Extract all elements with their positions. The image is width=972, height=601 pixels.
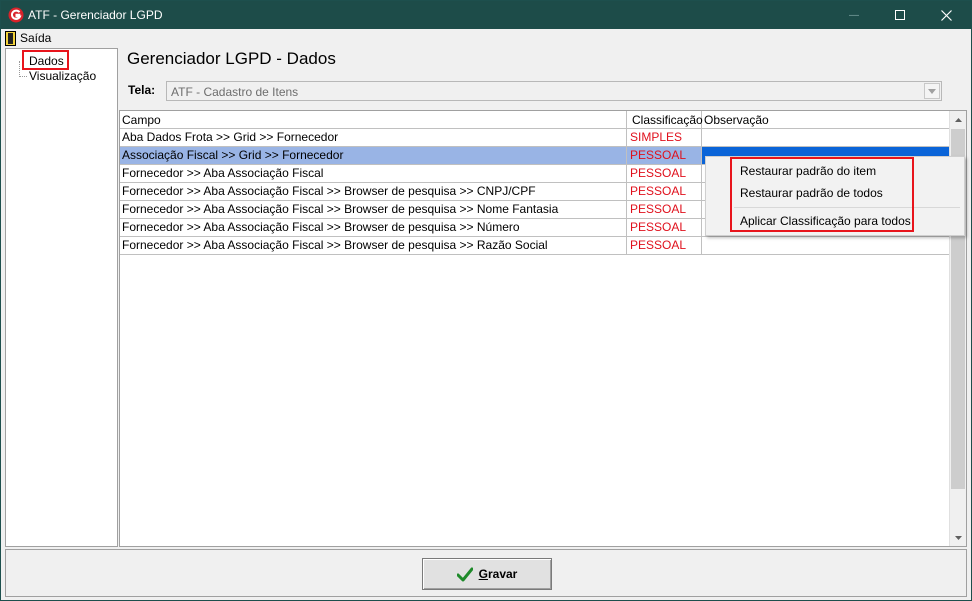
tela-selected-value: ATF - Cadastro de Itens — [171, 85, 299, 99]
cell-campo[interactable]: Fornecedor >> Aba Associação Fiscal >> B… — [120, 219, 627, 237]
menu-item-label: Saída — [20, 31, 52, 45]
exit-door-icon — [5, 30, 16, 46]
maximize-icon — [895, 10, 905, 20]
annotation-highlight-box — [22, 50, 69, 70]
scroll-up-button[interactable] — [950, 111, 966, 128]
grid-header: Campo Classificação Observação — [120, 111, 950, 129]
cell-campo[interactable]: Fornecedor >> Aba Associação Fiscal — [120, 165, 627, 183]
cell-classificacao[interactable]: PESSOAL — [627, 165, 702, 183]
cell-classificacao[interactable]: PESSOAL — [627, 147, 702, 165]
cell-classificacao[interactable]: PESSOAL — [627, 183, 702, 201]
maximize-button[interactable] — [877, 1, 923, 29]
bottom-panel: Gravar — [5, 549, 967, 597]
chevron-down-icon — [928, 88, 936, 94]
minimize-button[interactable]: — — [831, 1, 877, 29]
tree-connector — [19, 76, 27, 77]
menu-item-saida[interactable]: Saída — [5, 30, 51, 46]
cell-classificacao[interactable]: PESSOAL — [627, 201, 702, 219]
tree-connector — [19, 61, 20, 77]
cell-classificacao[interactable]: SIMPLES — [627, 129, 702, 147]
cell-observacao[interactable] — [702, 237, 950, 255]
checkmark-icon — [456, 567, 473, 581]
tela-dropdown[interactable]: ATF - Cadastro de Itens — [166, 81, 942, 101]
gravar-label: Gravar — [478, 567, 518, 581]
table-row[interactable]: Aba Dados Frota >> Grid >> Fornecedor SIM… — [120, 129, 950, 147]
cell-observacao[interactable] — [702, 129, 950, 147]
tree-item-visualizacao[interactable]: Visualização — [29, 69, 96, 83]
close-icon — [940, 9, 952, 21]
scroll-down-button[interactable] — [950, 529, 966, 546]
gravar-button[interactable]: Gravar — [422, 558, 552, 590]
app-logo-icon — [8, 7, 24, 23]
app-window: ATF - Gerenciador LGPD — Saída Dados Vis… — [0, 0, 972, 601]
title-bar[interactable]: ATF - Gerenciador LGPD — — [1, 1, 971, 29]
close-button[interactable] — [923, 1, 969, 29]
tela-label: Tela: — [128, 83, 156, 97]
cell-campo[interactable]: Aba Dados Frota >> Grid >> Fornecedor — [120, 129, 627, 147]
cell-campo[interactable]: Associação Fiscal >> Grid >> Fornecedor — [120, 147, 627, 165]
cell-classificacao[interactable]: PESSOAL — [627, 237, 702, 255]
chevron-down-icon — [954, 535, 962, 540]
cell-campo[interactable]: Fornecedor >> Aba Associação Fiscal >> B… — [120, 183, 627, 201]
dropdown-arrow-button[interactable] — [924, 83, 940, 99]
minimize-icon: — — [849, 9, 859, 21]
page-title: Gerenciador LGPD - Dados — [127, 49, 336, 68]
cell-campo[interactable]: Fornecedor >> Aba Associação Fiscal >> B… — [120, 201, 627, 219]
menu-bar: Saída — [1, 29, 971, 47]
column-header-classificacao[interactable]: Classificação — [627, 111, 703, 129]
navigation-tree: Dados Visualização — [5, 48, 118, 547]
column-header-observacao[interactable]: Observação — [702, 111, 950, 129]
chevron-up-icon — [954, 117, 962, 122]
column-header-campo[interactable]: Campo — [120, 111, 627, 129]
table-row[interactable]: Fornecedor >> Aba Associação Fiscal >> B… — [120, 237, 950, 255]
annotation-highlight-box — [730, 157, 914, 232]
window-title: ATF - Gerenciador LGPD — [28, 8, 163, 22]
cell-classificacao[interactable]: PESSOAL — [627, 219, 702, 237]
cell-campo[interactable]: Fornecedor >> Aba Associação Fiscal >> B… — [120, 237, 627, 255]
